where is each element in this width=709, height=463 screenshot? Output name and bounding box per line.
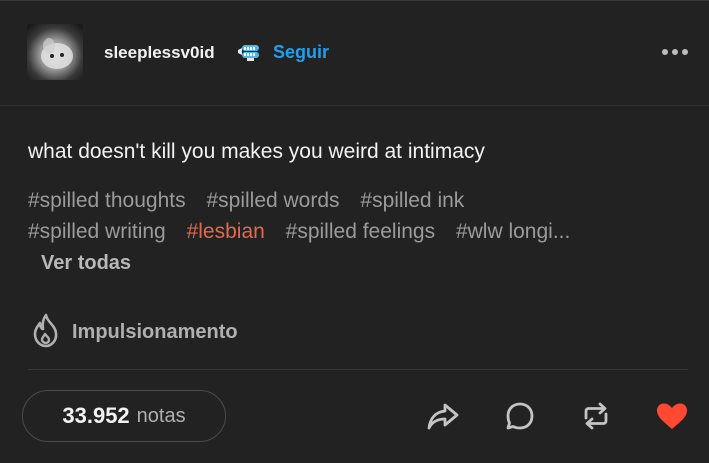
tag[interactable]: #spilled feelings bbox=[286, 220, 435, 243]
more-options-icon[interactable] bbox=[662, 45, 692, 59]
reblog-icon[interactable] bbox=[578, 398, 614, 434]
tag[interactable]: #wlw longi... bbox=[456, 220, 570, 243]
post-card: sleeplessv0id Seguir what doesn't kill y… bbox=[0, 0, 709, 463]
username[interactable]: sleeplessv0id bbox=[104, 43, 215, 63]
reply-icon[interactable] bbox=[502, 398, 538, 434]
chattering-teeth-icon bbox=[236, 41, 264, 63]
heart-icon[interactable] bbox=[654, 398, 690, 434]
share-icon[interactable] bbox=[425, 398, 461, 434]
post-header: sleeplessv0id Seguir bbox=[0, 1, 709, 106]
avatar[interactable] bbox=[27, 24, 83, 80]
follow-button[interactable]: Seguir bbox=[273, 42, 329, 63]
flame-icon bbox=[30, 312, 62, 353]
divider bbox=[28, 369, 688, 370]
tag-lesbian[interactable]: #lesbian bbox=[187, 220, 265, 243]
tag[interactable]: #spilled ink bbox=[360, 189, 464, 212]
notes-button[interactable]: 33.952 notas bbox=[22, 390, 226, 442]
notes-count: 33.952 bbox=[62, 403, 130, 428]
tag-row: #spilled thoughts #spilled words #spille… bbox=[28, 185, 688, 216]
tag[interactable]: #spilled words bbox=[206, 189, 339, 212]
boost-button[interactable]: Impulsionamento bbox=[30, 312, 238, 352]
post-text: what doesn't kill you makes you weird at… bbox=[28, 140, 485, 163]
boost-label: Impulsionamento bbox=[72, 320, 238, 343]
view-all-tags-button[interactable]: Ver todas bbox=[41, 252, 131, 275]
tag[interactable]: #spilled writing bbox=[28, 220, 166, 243]
notes-label: notas bbox=[136, 404, 186, 427]
tag-row: #spilled writing #lesbian #spilled feeli… bbox=[28, 216, 688, 247]
tag-list: #spilled thoughts #spilled words #spille… bbox=[28, 185, 688, 247]
tag[interactable]: #spilled thoughts bbox=[28, 189, 186, 212]
